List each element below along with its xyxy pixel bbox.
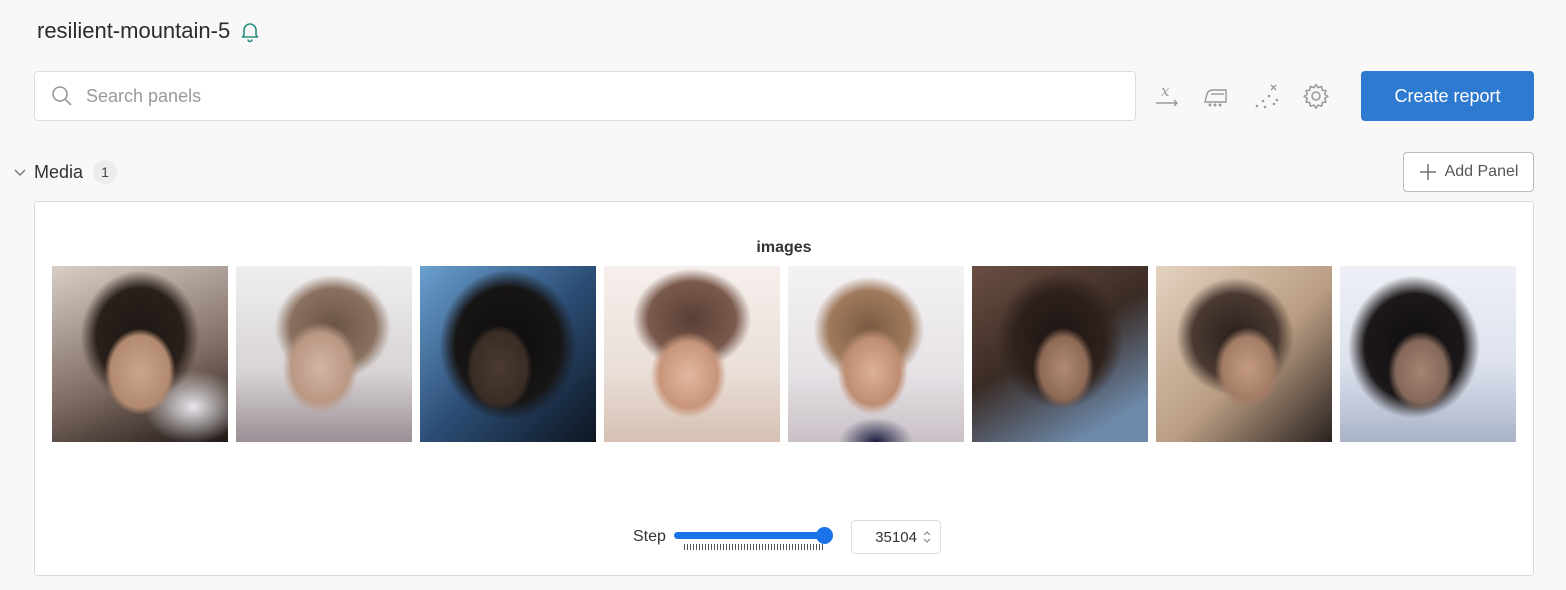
- slider-ticks: [683, 544, 824, 550]
- outliers-icon[interactable]: [1252, 81, 1282, 111]
- chevron-down-icon[interactable]: [12, 164, 28, 180]
- generated-face-image[interactable]: [1340, 266, 1516, 442]
- slider-handle[interactable]: [815, 527, 833, 544]
- generated-face-image[interactable]: [604, 266, 780, 442]
- search-bar[interactable]: [34, 71, 1136, 121]
- media-panel: images Step 35104: [34, 201, 1534, 576]
- step-slider[interactable]: [673, 522, 834, 552]
- media-section-header[interactable]: Media 1: [12, 160, 118, 184]
- run-title: resilient-mountain-5: [37, 18, 262, 44]
- smoothing-iron-icon[interactable]: [1201, 81, 1231, 111]
- generated-face-image[interactable]: [420, 266, 596, 442]
- step-value: 35104: [875, 528, 917, 546]
- generated-face-image[interactable]: [52, 266, 228, 442]
- add-panel-button[interactable]: Add Panel: [1403, 152, 1534, 192]
- gear-icon[interactable]: [1301, 81, 1331, 111]
- image-grid: [52, 266, 1516, 442]
- generated-face-image[interactable]: [788, 266, 964, 442]
- create-report-button[interactable]: Create report: [1361, 71, 1534, 121]
- generated-face-image[interactable]: [972, 266, 1148, 442]
- panel-count-badge: 1: [93, 160, 118, 184]
- section-title: Media: [34, 161, 84, 182]
- search-input[interactable]: [86, 85, 1086, 107]
- step-number-input[interactable]: 35104: [850, 520, 941, 554]
- add-panel-label: Add Panel: [1444, 163, 1519, 180]
- panel-title: images: [756, 239, 812, 256]
- bell-icon[interactable]: [238, 19, 262, 43]
- slider-track[interactable]: [673, 532, 824, 539]
- generated-face-image[interactable]: [236, 266, 412, 442]
- run-name: resilient-mountain-5: [37, 18, 231, 43]
- svg-text:x: x: [1161, 82, 1170, 100]
- step-control: Step 35104: [633, 520, 941, 554]
- search-icon: [51, 85, 73, 107]
- plus-icon: [1419, 163, 1437, 181]
- x-axis-icon[interactable]: x: [1152, 81, 1182, 111]
- step-label: Step: [633, 528, 666, 545]
- generated-face-image[interactable]: [1156, 266, 1332, 442]
- spinner-arrows-icon[interactable]: [922, 530, 932, 544]
